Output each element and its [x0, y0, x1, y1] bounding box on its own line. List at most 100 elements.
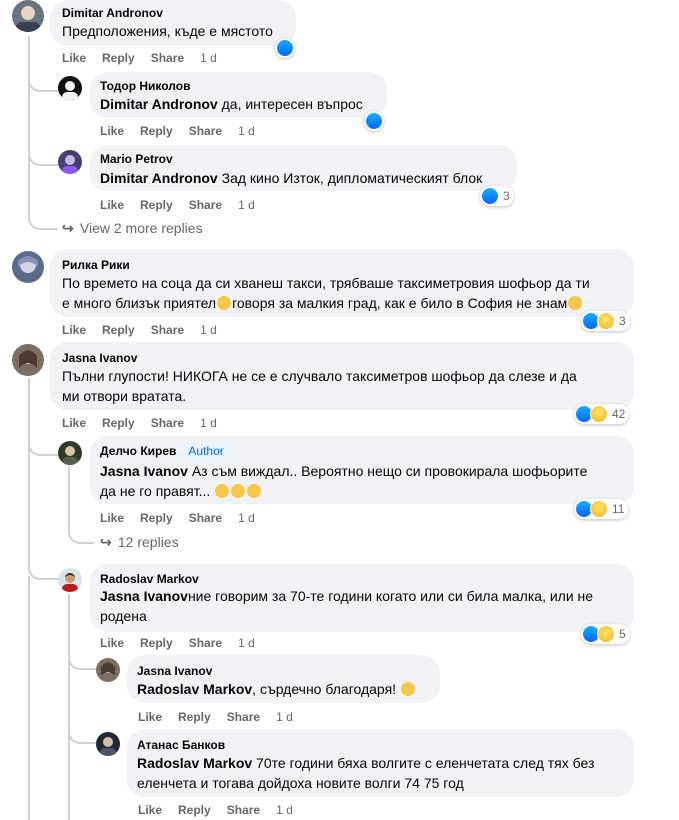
mention-link[interactable]: Radoslav Markov: [137, 755, 252, 771]
reply-button[interactable]: Reply: [140, 636, 173, 650]
avatar[interactable]: [12, 344, 44, 376]
comment-author[interactable]: Атанас Банков: [137, 738, 225, 752]
comment-author[interactable]: Делчо Кирев Author: [100, 443, 230, 459]
comment-text: Пълни глупости! НИКОГА не се е случвало …: [62, 366, 627, 406]
reaction-summary[interactable]: 11: [574, 499, 629, 519]
comment-text: Radoslav Markov, сърдечно благодаря!: [137, 679, 416, 699]
like-button[interactable]: Like: [62, 323, 86, 337]
comment-text-line: еленчета и тогава дойдоха новите волги 7…: [137, 775, 464, 791]
share-button[interactable]: Share: [227, 710, 260, 724]
comment-author[interactable]: Jasna Ivanov: [137, 664, 212, 678]
reaction-summary[interactable]: 3: [480, 186, 514, 206]
mention-link[interactable]: Jasna Ivanov: [100, 588, 188, 604]
timestamp[interactable]: 1 d: [276, 710, 293, 724]
share-button[interactable]: Share: [189, 198, 222, 212]
like-button[interactable]: Like: [100, 636, 124, 650]
thread-connector: [68, 720, 96, 744]
like-button[interactable]: Like: [62, 51, 86, 65]
like-button[interactable]: Like: [100, 124, 124, 138]
view-more-replies-button[interactable]: ↪ View 2 more replies: [62, 220, 203, 237]
thread-line: [28, 576, 30, 820]
avatar[interactable]: [96, 658, 120, 682]
timestamp[interactable]: 1 d: [238, 198, 255, 212]
timestamp[interactable]: 1 d: [238, 124, 255, 138]
comment-text-line: е много близък приятел: [62, 295, 217, 311]
reply-button[interactable]: Reply: [102, 323, 135, 337]
frowning-emoji-icon: [231, 484, 246, 498]
avatar[interactable]: [12, 0, 44, 32]
comment-actions: Like Reply Share 1 d: [62, 416, 233, 430]
like-button[interactable]: Like: [62, 416, 86, 430]
share-button[interactable]: Share: [227, 803, 260, 817]
comment-author[interactable]: Рилка Рики: [62, 258, 130, 272]
reaction-summary[interactable]: [364, 111, 384, 131]
reaction-summary[interactable]: 5: [581, 624, 630, 644]
timestamp[interactable]: 1 d: [238, 511, 255, 525]
comment-text-line: 70те години бяха волгите с еленчетата сл…: [252, 755, 595, 771]
thread-line: [28, 36, 30, 214]
comment-author[interactable]: Mario Petrov: [100, 152, 173, 166]
comment-actions: Like Reply Share 1 d: [100, 636, 271, 650]
reply-button[interactable]: Reply: [178, 710, 211, 724]
view-replies-button[interactable]: ↪ 12 replies: [100, 534, 179, 551]
share-button[interactable]: Share: [151, 323, 184, 337]
reply-button[interactable]: Reply: [140, 511, 173, 525]
timestamp[interactable]: 1 d: [276, 803, 293, 817]
mention-link[interactable]: Jasna Ivanov: [100, 463, 188, 479]
share-button[interactable]: Share: [151, 416, 184, 430]
share-button[interactable]: Share: [189, 124, 222, 138]
like-button[interactable]: Like: [100, 511, 124, 525]
reply-button[interactable]: Reply: [102, 416, 135, 430]
mention-link[interactable]: Dimitar Andronov: [100, 170, 218, 186]
comment-author[interactable]: Radoslav Markov: [100, 572, 199, 586]
share-button[interactable]: Share: [189, 511, 222, 525]
reaction-count: 11: [612, 502, 625, 516]
avatar[interactable]: [58, 150, 82, 174]
mention-link[interactable]: Dimitar Andronov: [100, 96, 218, 112]
share-button[interactable]: Share: [189, 636, 222, 650]
avatar[interactable]: [58, 441, 82, 465]
comment-actions: Like Reply Share 1 d: [100, 511, 271, 525]
avatar[interactable]: [58, 568, 82, 592]
like-button[interactable]: Like: [138, 803, 162, 817]
reaction-summary[interactable]: [275, 38, 295, 58]
reaction-summary[interactable]: 42: [574, 404, 630, 424]
avatar[interactable]: [58, 76, 82, 100]
comment-text: Jasna Ivanovние говорим за 70-те години …: [100, 586, 625, 626]
like-button[interactable]: Like: [100, 198, 124, 212]
like-button[interactable]: Like: [138, 710, 162, 724]
comment-actions: Like Reply Share 1 d: [62, 51, 233, 65]
haha-reaction-icon: [597, 625, 615, 643]
comment-text-line: говоря за малкия град, как е било в Софи…: [232, 295, 568, 311]
mention-link[interactable]: Radoslav Markov: [137, 681, 252, 697]
timestamp[interactable]: 1 d: [200, 51, 217, 65]
timestamp[interactable]: 1 d: [200, 323, 217, 337]
reply-button[interactable]: Reply: [102, 51, 135, 65]
comment-text-line: ние говорим за 70-те години когато или с…: [187, 588, 594, 604]
comment-actions: Like Reply Share 1 d: [62, 323, 233, 337]
comment-actions: Like Reply Share 1 d: [100, 198, 271, 212]
timestamp[interactable]: 1 d: [200, 416, 217, 430]
view-replies-label: 12 replies: [117, 534, 179, 550]
comment-author[interactable]: Jasna Ivanov: [62, 351, 137, 365]
comment-author[interactable]: Тодор Николов: [100, 79, 190, 93]
comment-actions: Like Reply Share 1 d: [138, 803, 309, 817]
reaction-count: 42: [612, 407, 626, 421]
comment-author[interactable]: Dimitar Andronov: [62, 6, 163, 20]
like-reaction-icon: [481, 187, 499, 205]
comment-text-body: да, интересен въпрос: [217, 96, 363, 112]
comment-text-line: Аз съм виждал.. Вероятно нещо си провоки…: [187, 463, 588, 479]
reply-button[interactable]: Reply: [140, 124, 173, 138]
reply-button[interactable]: Reply: [140, 198, 173, 212]
grinning-emoji-icon: [400, 682, 415, 696]
reaction-count: 3: [503, 189, 510, 203]
reply-button[interactable]: Reply: [178, 803, 211, 817]
comment-text: По времето на соца да си хванеш такси, т…: [62, 273, 627, 313]
avatar[interactable]: [12, 251, 44, 283]
avatar[interactable]: [96, 732, 120, 756]
share-button[interactable]: Share: [151, 51, 184, 65]
reaction-summary[interactable]: 3: [581, 311, 630, 331]
timestamp[interactable]: 1 d: [238, 636, 255, 650]
comment-text-line: да не го правят...: [100, 483, 211, 499]
thread-connector: [28, 432, 58, 456]
